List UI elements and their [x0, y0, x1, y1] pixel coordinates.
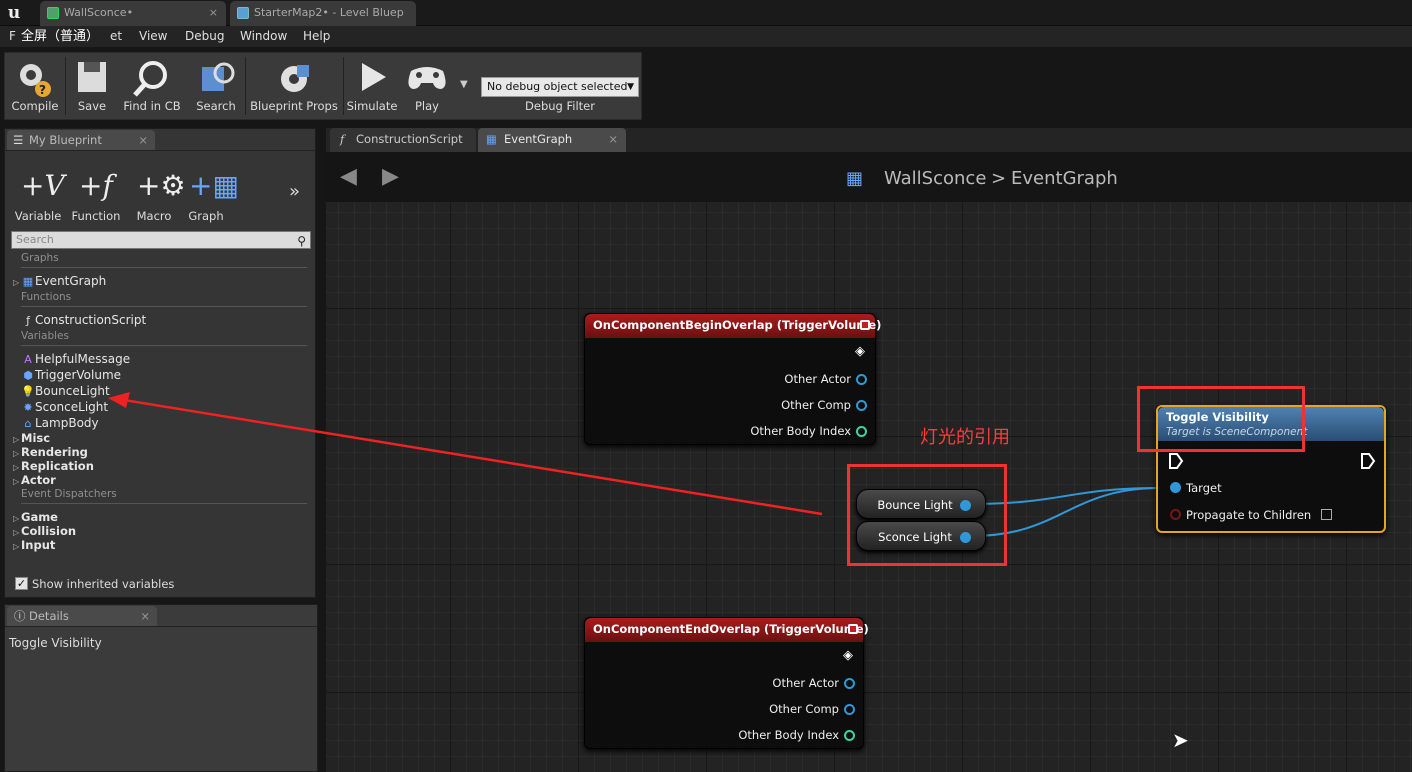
mouse-cursor-icon: ➤ [1172, 728, 1189, 752]
annotation-arrow [108, 392, 823, 516]
